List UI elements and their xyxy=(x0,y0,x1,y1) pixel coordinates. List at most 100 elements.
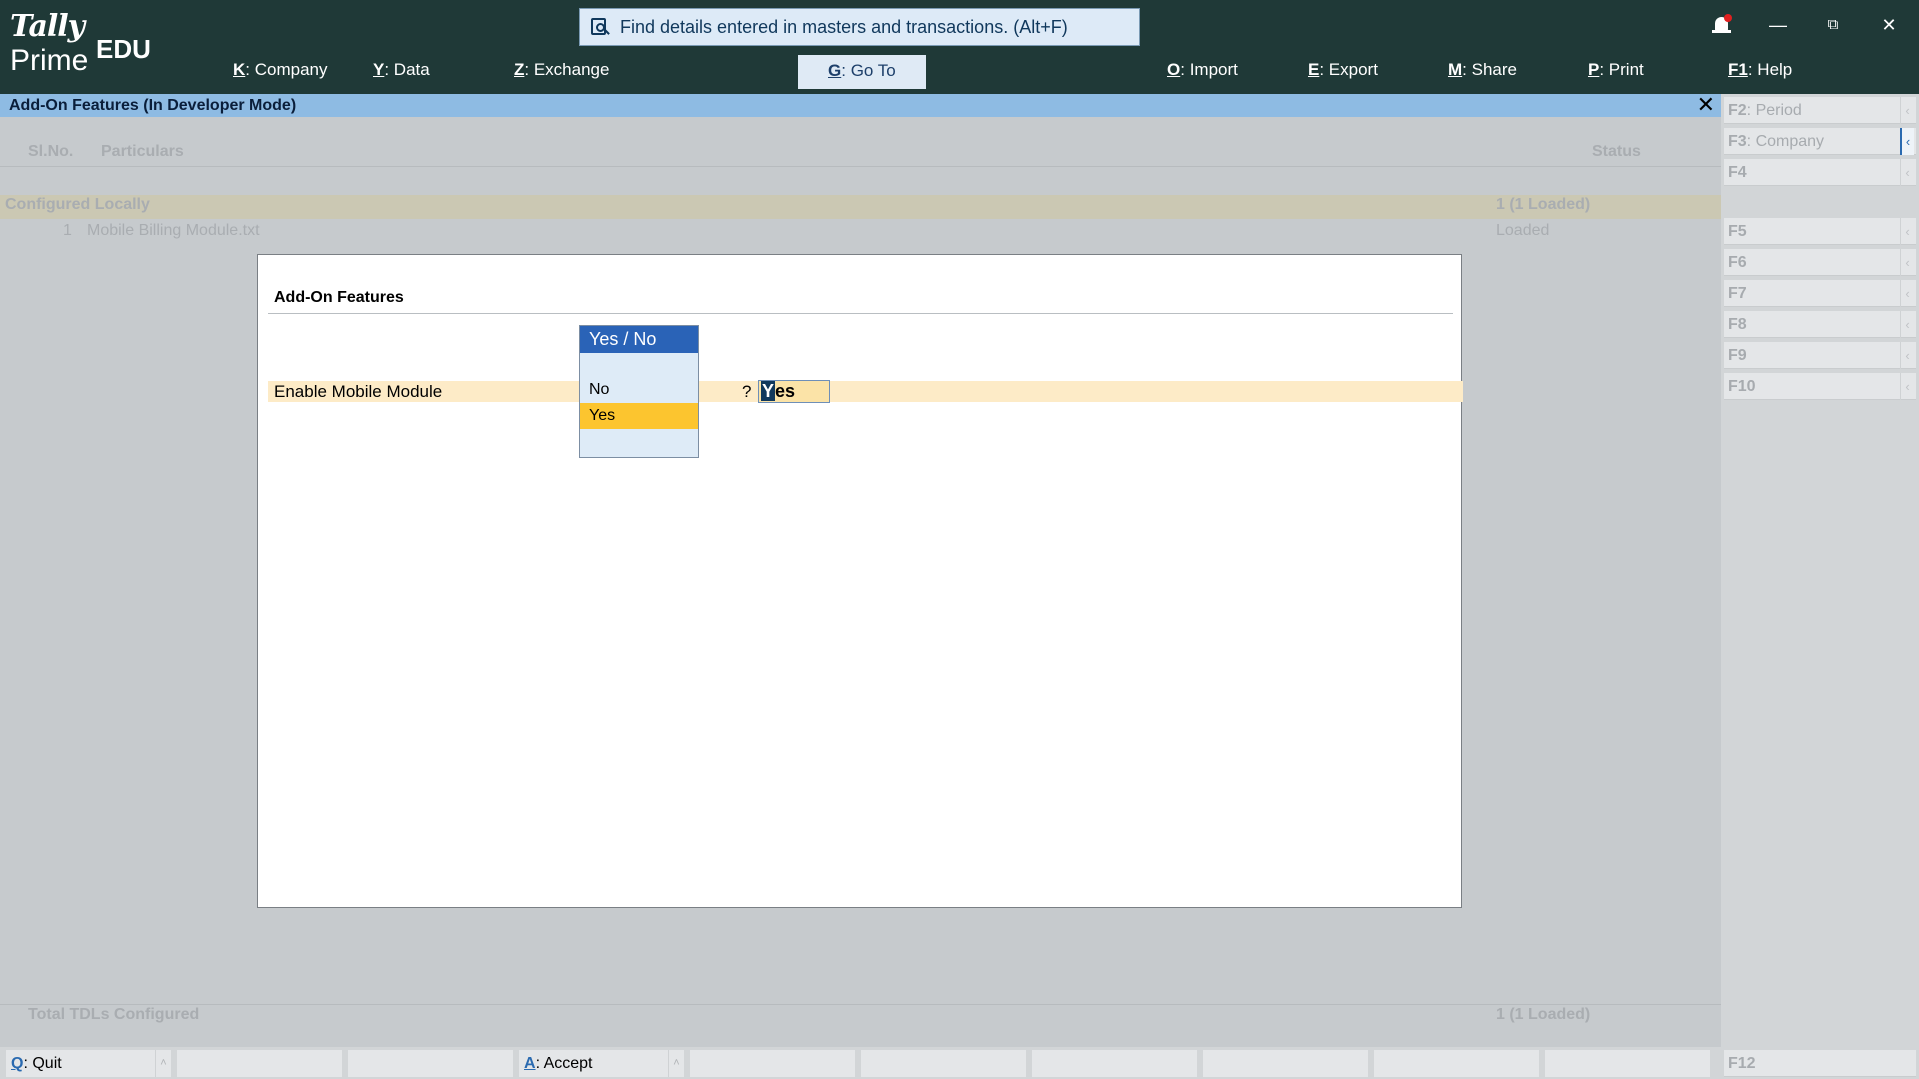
menu-print[interactable]: P: Print xyxy=(1588,60,1644,80)
fkey-f3-label: Company xyxy=(1755,133,1825,150)
menu-export-label: Export xyxy=(1328,60,1378,79)
report-title: Add-On Features (In Developer Mode) xyxy=(9,97,297,114)
logo-prime: Prime xyxy=(10,44,89,77)
header-divider xyxy=(0,166,1721,167)
notification-bell-icon[interactable] xyxy=(1712,14,1732,36)
logo-edition: EDU xyxy=(96,34,151,64)
bottom-slot-2[interactable] xyxy=(177,1050,342,1077)
fkey-f2-label: Period xyxy=(1755,102,1802,119)
tallyprime-window: Tally Prime EDU Find details entered in … xyxy=(0,0,1919,1079)
search-icon xyxy=(590,17,610,37)
chevron-left-icon: ‹ xyxy=(1900,128,1914,155)
menu-share[interactable]: M: Share xyxy=(1448,60,1517,80)
addon-features-dialog: Add-On Features Enable Mobile Module ? Y… xyxy=(257,254,1463,908)
menu-import[interactable]: O: Import xyxy=(1167,60,1238,80)
input-value-rest: es xyxy=(775,381,796,401)
report-close-icon[interactable]: ✕ xyxy=(1697,94,1715,116)
dropdown-option-yes[interactable]: Yes xyxy=(580,403,698,429)
chevron-left-icon: ‹ xyxy=(1900,280,1914,307)
dialog-title: Add-On Features xyxy=(274,289,404,306)
menu-exchange-label: Exchange xyxy=(533,60,610,79)
chevron-left-icon: ‹ xyxy=(1900,159,1914,186)
row-status: Loaded xyxy=(1496,222,1550,239)
fkey-f8-key: F8 xyxy=(1728,316,1747,333)
accept-key: A xyxy=(524,1055,536,1072)
menu-goto-label: Go To xyxy=(850,61,896,80)
menu-data-label: Data xyxy=(393,60,430,79)
menu-help-key: F1 xyxy=(1728,60,1748,79)
chevron-up-icon: ˄ xyxy=(155,1050,171,1077)
menu-company[interactable]: K: Company xyxy=(233,60,328,80)
chevron-left-icon: ‹ xyxy=(1900,342,1914,369)
menu-share-key: M xyxy=(1448,60,1463,79)
function-key-panel: F2: Period ‹ F3: Company ‹ F4 ‹ F5 ‹ F6 ‹ F7 ‹… xyxy=(1721,94,1919,1079)
menu-exchange-key: Z xyxy=(514,60,525,79)
row-number: 1 xyxy=(63,222,72,239)
tallyprime-logo: Tally Prime EDU xyxy=(10,9,151,78)
fkey-f9-key: F9 xyxy=(1728,347,1747,364)
bottom-slot-5[interactable] xyxy=(690,1050,855,1077)
menu-print-label: Print xyxy=(1608,60,1644,79)
bottom-button-bar: Q: Quit ˄ A: Accept ˄ xyxy=(0,1047,1721,1079)
menu-export[interactable]: E: Export xyxy=(1308,60,1378,80)
chevron-left-icon: ‹ xyxy=(1900,373,1914,400)
search-bar[interactable]: Find details entered in masters and tran… xyxy=(579,8,1140,46)
fkey-f10[interactable]: F10 ‹ xyxy=(1724,373,1916,400)
bottom-slot-3[interactable] xyxy=(348,1050,513,1077)
menu-import-label: Import xyxy=(1189,60,1238,79)
fkey-f4[interactable]: F4 ‹ xyxy=(1724,159,1916,186)
menu-goto[interactable]: G: Go To xyxy=(798,55,926,89)
chevron-up-icon: ˄ xyxy=(668,1050,684,1077)
group-status: 1 (1 Loaded) xyxy=(1496,196,1591,213)
bottom-slot-6[interactable] xyxy=(861,1050,1026,1077)
group-label: Configured Locally xyxy=(5,196,150,213)
menu-data[interactable]: Y: Data xyxy=(373,60,430,80)
menu-company-key: K xyxy=(233,60,246,79)
fkey-f3-company[interactable]: F3: Company ‹ xyxy=(1724,128,1916,155)
col-header-particulars: Particulars xyxy=(101,143,184,160)
fkey-f7[interactable]: F7 ‹ xyxy=(1724,280,1916,307)
fkey-f5[interactable]: F5 ‹ xyxy=(1724,218,1916,245)
menu-print-key: P xyxy=(1588,60,1600,79)
fkey-f2-period[interactable]: F2: Period ‹ xyxy=(1724,97,1916,124)
quit-label: Quit xyxy=(32,1055,62,1072)
total-label: Total TDLs Configured xyxy=(28,1006,200,1023)
restore-icon[interactable]: ⧉ xyxy=(1820,12,1846,38)
fkey-f9[interactable]: F9 ‹ xyxy=(1724,342,1916,369)
menu-share-label: Share xyxy=(1471,60,1517,79)
quit-key: Q xyxy=(11,1055,24,1072)
dropdown-option-no[interactable]: No xyxy=(580,377,698,403)
yes-no-dropdown: Yes / No No Yes xyxy=(579,325,699,458)
bottom-slot-7[interactable] xyxy=(1032,1050,1197,1077)
fkey-f12[interactable]: F12 xyxy=(1724,1050,1916,1077)
fkey-f6[interactable]: F6 ‹ xyxy=(1724,249,1916,276)
bottom-slot-8[interactable] xyxy=(1203,1050,1368,1077)
group-row-highlight xyxy=(0,195,1721,219)
accept-button[interactable]: A: Accept ˄ xyxy=(519,1050,684,1077)
menu-help[interactable]: F1: Help xyxy=(1728,60,1792,80)
search-placeholder: Find details entered in masters and tran… xyxy=(620,16,1068,37)
row-particulars[interactable]: Mobile Billing Module.txt xyxy=(87,222,260,240)
fkey-f8[interactable]: F8 ‹ xyxy=(1724,311,1916,338)
quit-button[interactable]: Q: Quit ˄ xyxy=(6,1050,171,1077)
input-cursor-char: Y xyxy=(761,381,776,401)
fkey-f6-key: F6 xyxy=(1728,254,1747,271)
enable-mobile-module-label: Enable Mobile Module xyxy=(274,382,443,401)
top-bar: Tally Prime EDU Find details entered in … xyxy=(0,0,1919,94)
fkey-f2-key: F2 xyxy=(1728,102,1747,119)
field-question-mark: ? xyxy=(742,382,752,401)
fkey-f5-key: F5 xyxy=(1728,223,1747,240)
menu-exchange[interactable]: Z: Exchange xyxy=(514,60,609,80)
chevron-left-icon: ‹ xyxy=(1900,218,1914,245)
bottom-slot-9[interactable] xyxy=(1374,1050,1539,1077)
minimize-icon[interactable]: — xyxy=(1765,12,1791,38)
window-close-icon[interactable]: ✕ xyxy=(1876,12,1902,38)
dropdown-header: Yes / No xyxy=(580,326,698,353)
logo-tally: Tally xyxy=(10,9,85,44)
field-row-highlight xyxy=(268,381,1463,402)
dialog-divider xyxy=(268,313,1453,314)
menu-export-key: E xyxy=(1308,60,1320,79)
bottom-slot-10[interactable] xyxy=(1545,1050,1710,1077)
enable-mobile-module-input[interactable]: Yes xyxy=(758,380,830,403)
col-header-slno: Sl.No. xyxy=(28,143,74,160)
